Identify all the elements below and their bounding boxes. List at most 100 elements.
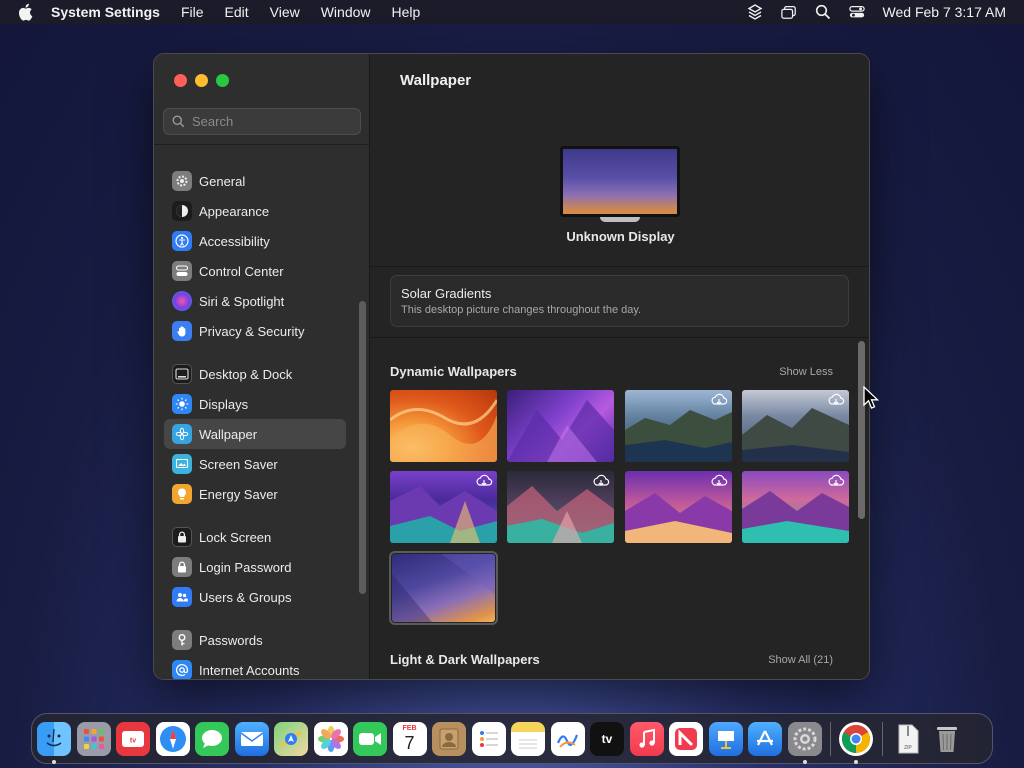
- notes-app-icon[interactable]: [511, 721, 545, 756]
- finder-app-icon[interactable]: [37, 721, 71, 764]
- app-store-app-icon[interactable]: [748, 721, 782, 756]
- sidebar-item-privacy-security[interactable]: Privacy & Security: [164, 316, 346, 346]
- minimize-window-button[interactable]: [195, 74, 208, 87]
- monitor-preview[interactable]: [560, 146, 680, 217]
- keynote-app-icon[interactable]: [708, 721, 743, 756]
- close-window-button[interactable]: [174, 74, 187, 87]
- apple-tv-app-icon[interactable]: tv: [590, 721, 624, 756]
- sidebar-item-label: Passwords: [199, 632, 263, 648]
- menu-clock[interactable]: Wed Feb 7 3:17 AM: [883, 4, 1006, 20]
- dock-icon: [172, 364, 192, 384]
- users-icon: [172, 587, 192, 607]
- menu-help[interactable]: Help: [392, 4, 421, 20]
- current-wallpaper-title: Solar Gradients: [401, 286, 492, 301]
- control-center-status-icon[interactable]: [848, 4, 865, 20]
- sidebar-item-energy-saver[interactable]: Energy Saver: [164, 479, 346, 509]
- wallpaper-thumbnail[interactable]: [507, 390, 614, 462]
- system-settings-app-icon[interactable]: [787, 721, 822, 764]
- chrome-app-icon[interactable]: [839, 721, 873, 764]
- sidebar-list: General Appearance Accessibility Control…: [164, 166, 346, 679]
- monitor-stand: [600, 217, 640, 222]
- maps-app-icon[interactable]: [274, 721, 308, 756]
- sidebar-item-displays[interactable]: Displays: [164, 389, 346, 419]
- current-wallpaper-subtitle: This desktop picture changes throughout …: [401, 304, 642, 316]
- sidebar-search[interactable]: [163, 108, 361, 135]
- dock-separator: [830, 721, 831, 756]
- reminders-app-icon[interactable]: [471, 721, 506, 756]
- sidebar-item-passwords[interactable]: Passwords: [164, 625, 346, 655]
- messages-app-icon[interactable]: [195, 721, 229, 756]
- wallpaper-thumbnail[interactable]: [742, 390, 849, 462]
- wallpaper-thumbnail[interactable]: [390, 471, 497, 543]
- mail-app-icon[interactable]: [234, 721, 269, 756]
- cloud-download-icon[interactable]: [710, 474, 728, 488]
- zip-archive-icon[interactable]: ZIP: [891, 722, 925, 756]
- show-less-button[interactable]: Show Less: [779, 366, 833, 378]
- music-app-icon[interactable]: [629, 721, 664, 756]
- sidebar-item-login-password[interactable]: Login Password: [164, 552, 346, 582]
- sidebar-item-label: General: [199, 173, 246, 189]
- dynamic-section-header: Dynamic Wallpapers Show Less: [390, 364, 833, 379]
- cloud-download-icon[interactable]: [475, 474, 493, 488]
- safari-app-icon[interactable]: [155, 721, 190, 756]
- tv-label: tv: [601, 731, 613, 746]
- windows-status-icon[interactable]: [780, 4, 797, 20]
- trash-icon[interactable]: [930, 722, 964, 756]
- sidebar-item-siri-spotlight[interactable]: Siri & Spotlight: [164, 286, 346, 316]
- menu-edit[interactable]: Edit: [225, 4, 249, 20]
- launchpad-app-icon[interactable]: [76, 721, 111, 756]
- search-input[interactable]: [192, 114, 352, 129]
- cloud-download-icon[interactable]: [710, 393, 728, 407]
- photos-app-icon[interactable]: [313, 721, 348, 756]
- cloud-download-icon[interactable]: [827, 393, 845, 407]
- wallpaper-thumbnail[interactable]: [390, 390, 497, 462]
- sidebar-item-desktop-dock[interactable]: Desktop & Dock: [164, 359, 346, 389]
- cloud-download-icon[interactable]: [592, 474, 610, 488]
- news-app-icon[interactable]: [669, 721, 703, 756]
- section-title: Light & Dark Wallpapers: [390, 652, 540, 667]
- system-settings-window: General Appearance Accessibility Control…: [153, 53, 870, 680]
- calendar-app-icon[interactable]: FEB 7: [392, 721, 427, 756]
- wallpaper-thumbnail[interactable]: [625, 390, 732, 462]
- menu-file[interactable]: File: [181, 4, 204, 20]
- sidebar-item-general[interactable]: General: [164, 166, 346, 196]
- appearance-icon: [172, 201, 192, 221]
- sidebar-item-wallpaper[interactable]: Wallpaper: [164, 419, 346, 449]
- apple-menu-icon[interactable]: [17, 3, 35, 21]
- freeform-app-icon[interactable]: [550, 721, 585, 756]
- menu-app-name[interactable]: System Settings: [51, 4, 160, 20]
- sidebar-item-screen-saver[interactable]: Screen Saver: [164, 449, 346, 479]
- sidebar-item-internet-accounts[interactable]: Internet Accounts: [164, 655, 346, 679]
- sidebar-item-users-groups[interactable]: Users & Groups: [164, 582, 346, 612]
- sidebar-item-label: Desktop & Dock: [199, 366, 293, 382]
- sidebar-item-label: Lock Screen: [199, 529, 272, 545]
- divider: [370, 266, 869, 267]
- sidebar-item-accessibility[interactable]: Accessibility: [164, 226, 346, 256]
- content-scrollbar[interactable]: [858, 341, 865, 519]
- control-center-icon: [172, 261, 192, 281]
- spotlight-search-icon[interactable]: [815, 4, 831, 20]
- zoom-window-button[interactable]: [216, 74, 229, 87]
- sidebar-item-label: Screen Saver: [199, 456, 278, 472]
- sidebar-item-label: Appearance: [199, 203, 270, 219]
- sidebar-item-control-center[interactable]: Control Center: [164, 256, 346, 286]
- wallpaper-thumbnail[interactable]: [507, 471, 614, 543]
- sidebar-item-lock-screen[interactable]: Lock Screen: [164, 522, 346, 552]
- sidebar-scrollbar[interactable]: [359, 301, 366, 594]
- layers-status-icon[interactable]: [747, 4, 763, 20]
- sidebar-item-appearance[interactable]: Appearance: [164, 196, 346, 226]
- display-name: Unknown Display: [566, 229, 675, 244]
- tv-remote-app-icon[interactable]: tv: [116, 721, 150, 756]
- cloud-download-icon[interactable]: [827, 474, 845, 488]
- sidebar-item-label: Login Password: [199, 559, 292, 575]
- contacts-app-icon[interactable]: [432, 721, 466, 756]
- show-all-button[interactable]: Show All (21): [768, 654, 833, 666]
- menu-view[interactable]: View: [270, 4, 300, 20]
- menu-window[interactable]: Window: [321, 4, 371, 20]
- wallpaper-thumbnail[interactable]: [625, 471, 732, 543]
- facetime-app-icon[interactable]: [353, 721, 387, 756]
- padlock-icon: [172, 557, 192, 577]
- light-dark-section-header: Light & Dark Wallpapers Show All (21): [390, 652, 833, 667]
- wallpaper-thumbnail-selected[interactable]: [389, 551, 498, 625]
- wallpaper-thumbnail[interactable]: [742, 471, 849, 543]
